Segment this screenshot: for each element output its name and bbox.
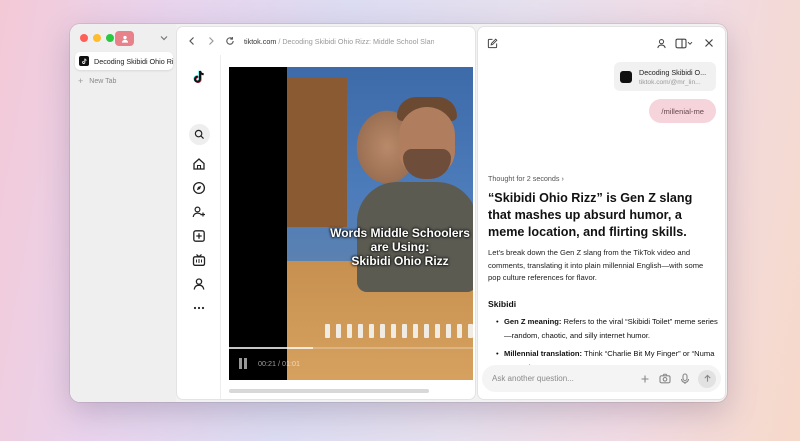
- list-item: Gen Z meaning: Refers to the viral “Skib…: [496, 315, 718, 343]
- tiktok-favicon-icon: [620, 70, 632, 83]
- arrow-up-icon: [703, 374, 711, 382]
- video-caption: Words Middle Schoolers are Using: Skibid…: [330, 226, 470, 268]
- thought-toggle[interactable]: Thought for 2 seconds ›: [488, 174, 564, 183]
- assistant-panel: Decoding Skibidi O... tiktok.com/@mr_lin…: [478, 27, 725, 399]
- plus-icon: +: [78, 76, 84, 86]
- pause-icon[interactable]: [239, 358, 249, 369]
- horizontal-scrollbar[interactable]: [229, 389, 429, 393]
- url-domain: tiktok.com: [244, 36, 277, 46]
- new-chat-edit-icon[interactable]: [485, 36, 499, 50]
- search-icon: [194, 129, 204, 139]
- live-tv-icon[interactable]: [191, 252, 207, 268]
- reload-icon: [226, 37, 234, 45]
- video-player[interactable]: Words Middle Schoolers are Using: Skibid…: [229, 67, 473, 380]
- user-message: /millenial-me: [649, 99, 716, 123]
- video-controls: 00:21 / 01:01: [239, 358, 300, 369]
- explore-compass-icon[interactable]: [191, 180, 207, 196]
- chevron-left-icon: [189, 37, 194, 45]
- tiktok-nav-rail: [177, 55, 221, 399]
- page-context-card[interactable]: Decoding Skibidi O... tiktok.com/@mr_lin…: [614, 62, 716, 91]
- upload-icon[interactable]: [191, 228, 207, 244]
- tab-item-active[interactable]: Decoding Skibidi Ohio Rizz: Middle Schoo…: [75, 52, 173, 70]
- person-icon: [121, 35, 128, 43]
- attach-plus-icon[interactable]: [638, 372, 652, 386]
- more-horizontal-icon[interactable]: [191, 300, 207, 316]
- new-tab-button[interactable]: + New Tab: [78, 76, 116, 86]
- web-content: tiktok.com / Decoding Skibidi Ohio Rizz:…: [177, 27, 475, 399]
- profile-button[interactable]: [115, 31, 134, 46]
- assistant-answer: “Skibidi Ohio Rizz” is Gen Z slang that …: [488, 190, 718, 379]
- video-time: 00:21 / 01:01: [258, 359, 300, 368]
- section-heading: Skibidi: [488, 298, 517, 309]
- sidebar-toggle-icon[interactable]: [674, 36, 694, 50]
- chevron-right-icon: [209, 37, 214, 45]
- camera-icon[interactable]: [658, 372, 672, 386]
- tab-menu-chevron-down-icon[interactable]: [158, 31, 170, 45]
- context-source: tiktok.com/@mr_lin...: [639, 78, 701, 86]
- microphone-icon[interactable]: [678, 372, 692, 386]
- forward-button[interactable]: [204, 34, 218, 48]
- dominoes-image: [325, 324, 473, 338]
- home-icon[interactable]: [191, 156, 207, 172]
- following-icon[interactable]: [191, 204, 207, 220]
- tiktok-logo-icon[interactable]: [191, 69, 207, 85]
- url-path: / Decoding Skibidi Ohio Rizz: Middle Sch…: [278, 36, 434, 46]
- tab-sidebar: Decoding Skibidi Ohio Rizz: Middle Schoo…: [70, 24, 176, 402]
- answer-title: “Skibidi Ohio Rizz” is Gen Z slang that …: [488, 191, 693, 239]
- chevron-right-icon: ›: [561, 174, 564, 183]
- address-field[interactable]: tiktok.com / Decoding Skibidi Ohio Rizz:…: [244, 37, 434, 46]
- tiktok-favicon-icon: [79, 56, 89, 66]
- browser-window: Decoding Skibidi Ohio Rizz: Middle Schoo…: [70, 24, 727, 402]
- window-controls: [80, 34, 114, 42]
- new-tab-label: New Tab: [89, 77, 117, 85]
- question-input-placeholder: Ask another question...: [492, 374, 574, 383]
- close-window-button[interactable]: [80, 34, 88, 42]
- send-button[interactable]: [698, 369, 716, 388]
- context-title: Decoding Skibidi O...: [639, 67, 707, 77]
- video-progress-fill: [229, 347, 313, 349]
- reload-button[interactable]: [223, 34, 237, 48]
- tiktok-search-button[interactable]: [189, 124, 210, 145]
- video-progress-bar[interactable]: [229, 347, 473, 349]
- close-icon[interactable]: [702, 36, 716, 50]
- maximize-window-button[interactable]: [106, 34, 114, 42]
- question-input[interactable]: Ask another question...: [482, 365, 721, 392]
- minimize-window-button[interactable]: [93, 34, 101, 42]
- answer-intro: Let’s break down the Gen Z slang from th…: [488, 248, 704, 283]
- back-button[interactable]: [185, 34, 199, 48]
- mic-icon[interactable]: [654, 36, 668, 50]
- tab-title: Decoding Skibidi Ohio Rizz: Middle Schoo…: [94, 56, 173, 66]
- profile-icon[interactable]: [191, 276, 207, 292]
- url-bar: tiktok.com / Decoding Skibidi Ohio Rizz:…: [177, 27, 475, 55]
